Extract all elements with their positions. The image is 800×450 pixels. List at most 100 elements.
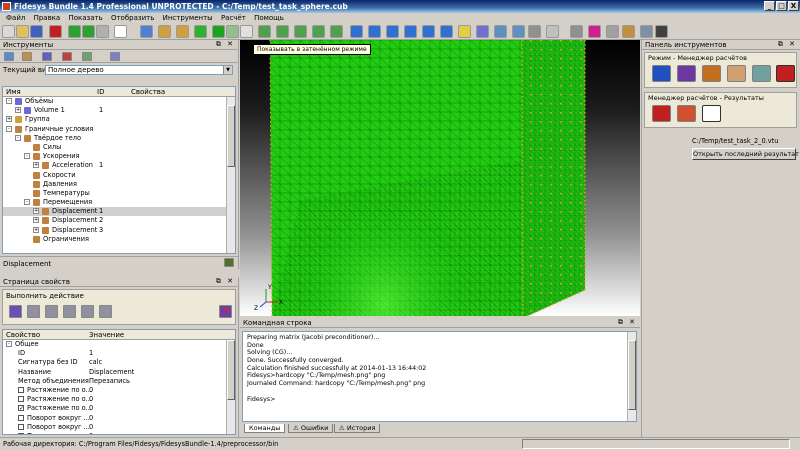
analysis-tool-icon[interactable] xyxy=(82,52,92,61)
col-id[interactable]: ID xyxy=(97,88,104,96)
frame-icon[interactable] xyxy=(570,25,583,38)
new-file-icon[interactable] xyxy=(2,25,15,38)
properties-scrollbar[interactable] xyxy=(226,340,235,434)
expander-icon[interactable]: - xyxy=(6,341,12,347)
checkbox-icon[interactable] xyxy=(18,396,24,403)
pick-vertex-icon[interactable] xyxy=(140,25,153,38)
property-row[interactable]: ID 1 xyxy=(3,349,227,358)
action-icon-6[interactable] xyxy=(99,305,112,318)
menu-help[interactable]: Помощь xyxy=(251,13,287,23)
locate-icon[interactable] xyxy=(224,258,234,267)
property-value[interactable]: 0 xyxy=(89,404,93,412)
col-name[interactable]: Имя xyxy=(6,88,21,96)
action-icon-1[interactable] xyxy=(9,305,22,318)
property-row[interactable]: Название Displacement xyxy=(3,368,227,377)
property-row[interactable]: Поворот вокруг ...0 xyxy=(3,423,227,432)
tree-item[interactable]: Температуры xyxy=(3,189,227,198)
menu-edit[interactable]: Правка xyxy=(31,13,64,23)
property-row[interactable]: - Общее xyxy=(3,340,227,349)
property-value[interactable]: Displacement xyxy=(89,368,134,376)
labels-icon[interactable] xyxy=(655,25,668,38)
stop-icon[interactable] xyxy=(96,25,109,38)
save-icon[interactable] xyxy=(30,25,43,38)
menu-show[interactable]: Показать xyxy=(65,13,105,23)
property-value[interactable]: 0 xyxy=(89,423,93,431)
expander-icon[interactable]: - xyxy=(24,153,30,160)
property-row[interactable]: Сигнатура без ID calc xyxy=(3,358,227,367)
property-value[interactable]: calc xyxy=(89,358,102,366)
pick-edge-icon[interactable] xyxy=(158,25,171,38)
close-button[interactable]: X xyxy=(788,1,799,11)
checkbox-icon[interactable] xyxy=(18,423,24,430)
property-row[interactable]: Поворот вокруг ...0 xyxy=(3,414,227,423)
action-icon-2[interactable] xyxy=(27,305,40,318)
hidden-line-icon[interactable] xyxy=(226,25,239,38)
shaded-mode-icon[interactable] xyxy=(212,25,225,38)
checkbox-icon[interactable] xyxy=(18,414,24,421)
checkbox-icon[interactable] xyxy=(18,386,24,393)
property-value[interactable]: 1 xyxy=(89,349,93,357)
rotate-icon[interactable] xyxy=(404,25,417,38)
wireframe-icon[interactable] xyxy=(240,25,253,38)
tree-item[interactable]: - Твёрдое тело xyxy=(3,134,227,143)
expander-icon[interactable]: - xyxy=(15,134,21,141)
tree-item[interactable]: - Граничные условия xyxy=(3,125,227,134)
panel-float-close-icons[interactable]: ⧉ ✕ xyxy=(778,40,797,49)
tree-item[interactable]: - Объёмы xyxy=(3,97,227,106)
delete-icon[interactable]: ✕ xyxy=(219,305,232,318)
view-top-icon[interactable] xyxy=(276,25,289,38)
checked-box-icon[interactable]: ✓ xyxy=(18,405,24,412)
record-icon[interactable] xyxy=(49,25,62,38)
play-icon[interactable] xyxy=(68,25,81,38)
search-results-icon[interactable] xyxy=(702,105,721,122)
pick-volume-icon[interactable] xyxy=(194,25,207,38)
menu-tools[interactable]: Инструменты xyxy=(160,13,216,23)
tree-item[interactable]: + Группа xyxy=(3,115,227,124)
properties-scroll-thumb[interactable] xyxy=(227,340,235,400)
target-icon[interactable] xyxy=(588,25,601,38)
zoom-in-icon[interactable] xyxy=(350,25,363,38)
console-scrollbar[interactable] xyxy=(627,332,636,421)
pan-icon[interactable] xyxy=(422,25,435,38)
bc-tool-icon[interactable] xyxy=(62,52,72,61)
current-view-select[interactable]: Полное дерево ▼ xyxy=(45,65,233,75)
panel-float-close-icons[interactable]: ⧉ ✕ xyxy=(618,318,637,327)
property-value[interactable]: 0 xyxy=(89,386,93,394)
tree-item[interactable]: - Перемещения xyxy=(3,198,227,207)
action-icon-5[interactable] xyxy=(81,305,94,318)
tree-item[interactable]: + Volume 1 1 xyxy=(3,106,227,115)
mesh-mode-icon[interactable] xyxy=(677,65,696,82)
results-tool-icon[interactable] xyxy=(110,52,120,61)
view-left-icon[interactable] xyxy=(330,25,343,38)
tree-scroll-thumb[interactable] xyxy=(227,105,235,167)
step-icon[interactable] xyxy=(82,25,95,38)
calc-manager-mode-icon[interactable] xyxy=(776,65,795,82)
material-mode-icon[interactable] xyxy=(702,65,721,82)
expander-icon[interactable]: + xyxy=(15,107,21,114)
bc-mode-icon[interactable] xyxy=(727,65,746,82)
ruler-icon[interactable] xyxy=(622,25,635,38)
view-iso-icon[interactable] xyxy=(294,25,307,38)
tab-history[interactable]: ⚠ История xyxy=(334,424,381,433)
axis-icon[interactable] xyxy=(528,25,541,38)
expander-icon[interactable]: + xyxy=(33,226,39,233)
mesh-display-icon[interactable] xyxy=(512,25,525,38)
geometry-mode-icon[interactable] xyxy=(652,65,671,82)
results-page-icon[interactable] xyxy=(677,105,696,122)
tree-item[interactable]: Скорости xyxy=(3,171,227,180)
maximize-button[interactable]: □ xyxy=(776,1,787,11)
probe-icon[interactable] xyxy=(546,25,559,38)
material-tool-icon[interactable] xyxy=(42,52,52,61)
expander-icon[interactable]: + xyxy=(33,217,39,224)
zoom-fit-icon[interactable] xyxy=(386,25,399,38)
property-row[interactable]: Метод объединения Перезапись xyxy=(3,377,227,386)
mesh-tool-icon[interactable] xyxy=(22,52,32,61)
clip-plane-icon[interactable] xyxy=(494,25,507,38)
tree-item[interactable]: Давления xyxy=(3,180,227,189)
console-output[interactable]: Preparing matrix (Jacobi preconditioner)… xyxy=(242,331,637,422)
pick-face-icon[interactable] xyxy=(176,25,189,38)
open-last-result-button[interactable]: Открыть последний результат xyxy=(692,148,799,160)
pointer-icon[interactable] xyxy=(640,25,653,38)
checkbox-icon[interactable] xyxy=(18,432,24,434)
tree-item[interactable]: + Displacement 1 xyxy=(3,207,227,217)
